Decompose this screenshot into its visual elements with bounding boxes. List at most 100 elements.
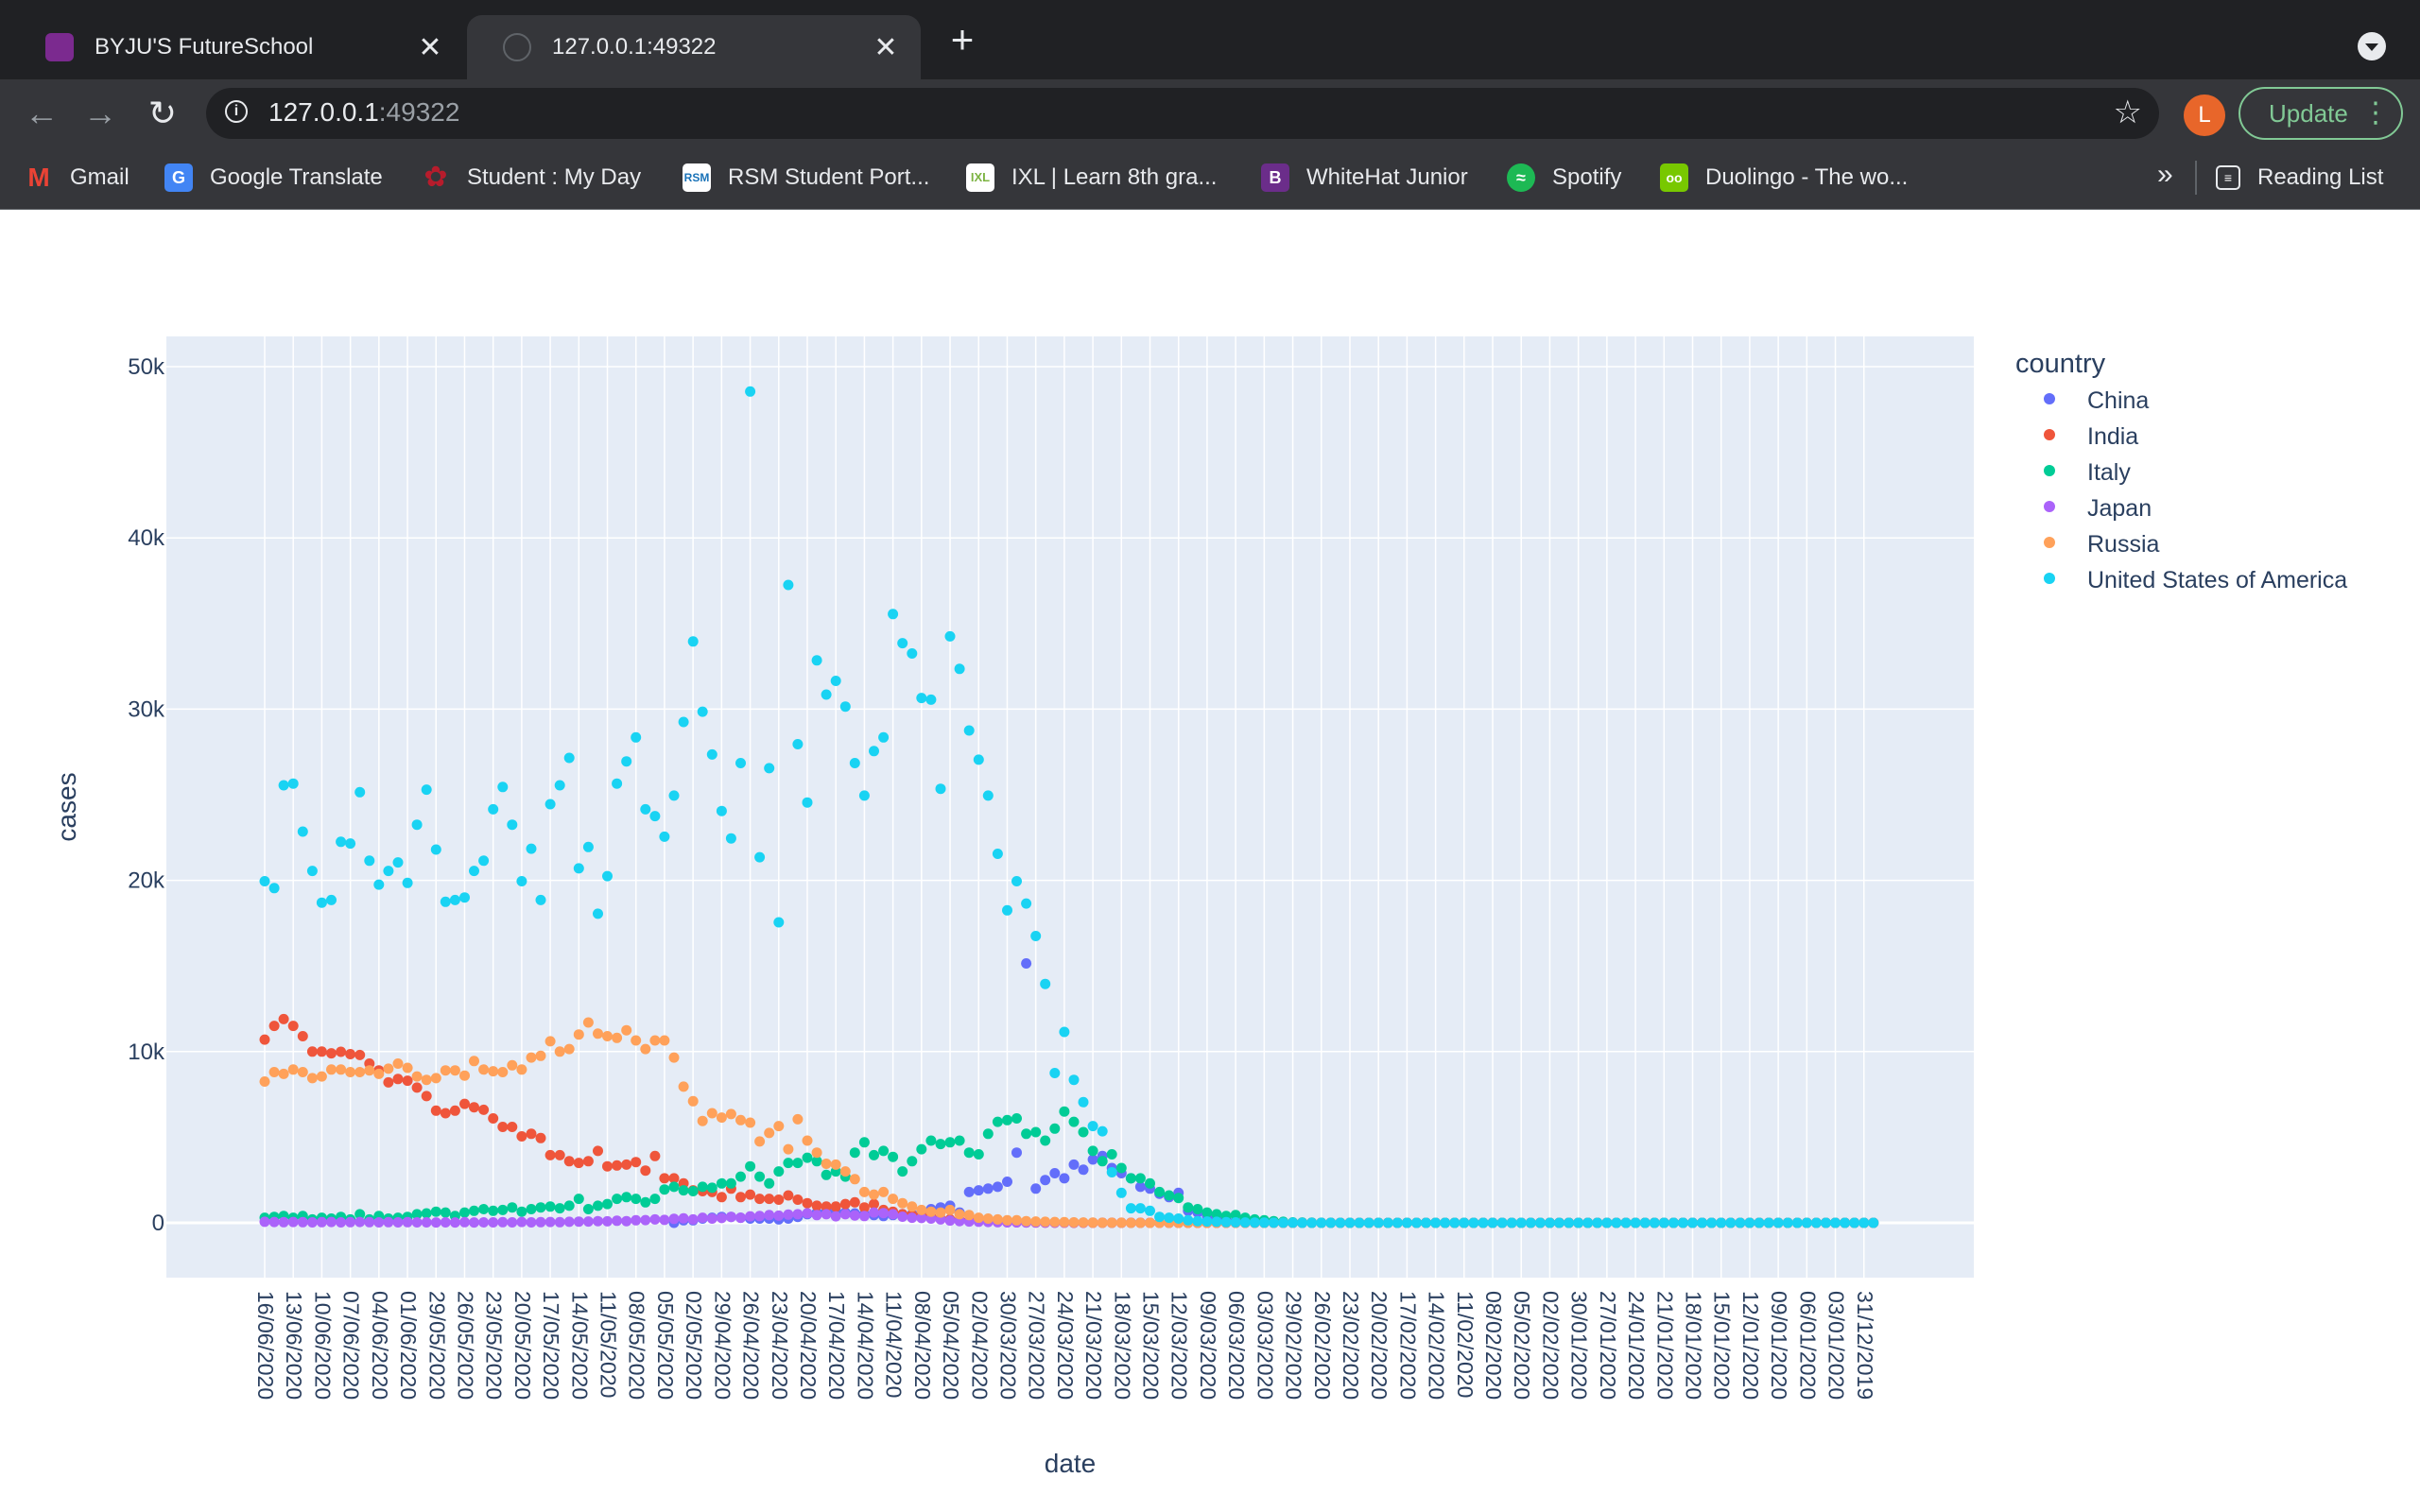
bookmark-ixl[interactable]: IXL IXL | Learn 8th gra... (966, 161, 1217, 195)
legend-entry[interactable]: China (2087, 387, 2149, 414)
bookmark-gmail[interactable]: M Gmail (25, 161, 129, 195)
data-point (1145, 1177, 1155, 1189)
data-point (478, 1104, 490, 1115)
data-point (916, 1143, 927, 1155)
x-tick-label: 10/06/2020 (310, 1291, 335, 1400)
data-point (735, 1212, 746, 1224)
data-point (345, 1216, 356, 1228)
data-point (706, 1108, 717, 1119)
data-point (430, 844, 441, 855)
close-icon[interactable]: ✕ (416, 31, 444, 64)
data-point (563, 752, 575, 764)
data-point (364, 1216, 375, 1228)
x-tick-label: 29/02/2020 (1282, 1291, 1306, 1400)
data-point (507, 1217, 518, 1228)
data-point (783, 579, 794, 591)
data-point (544, 1216, 556, 1228)
data-point (1078, 1164, 1089, 1176)
forward-button[interactable]: → (78, 91, 123, 136)
data-point (631, 1035, 642, 1046)
data-point (1515, 1217, 1527, 1228)
close-icon[interactable]: ✕ (872, 31, 900, 64)
data-point (602, 870, 613, 882)
data-point (602, 1031, 613, 1041)
data-point (973, 1212, 984, 1224)
more-menu-icon[interactable]: ⋮ (2361, 89, 2390, 138)
data-point (802, 1197, 813, 1209)
legend-entry[interactable]: Japan (2087, 495, 2152, 522)
data-point (1288, 1217, 1299, 1228)
legend-entry[interactable]: Italy (2087, 459, 2131, 486)
data-point (297, 1067, 308, 1077)
bookmark-rsm[interactable]: RSM RSM Student Port... (683, 161, 929, 195)
data-point (507, 1202, 518, 1213)
data-point (811, 655, 822, 666)
data-point (849, 1174, 860, 1185)
data-point (1525, 1217, 1536, 1228)
x-tick-label: 27/01/2020 (1596, 1291, 1620, 1400)
data-point (563, 1216, 575, 1228)
bookmark-google-translate[interactable]: G Google Translate (164, 161, 383, 195)
bookmark-whitehat-junior[interactable]: B WhiteHat Junior (1261, 161, 1468, 195)
address-url[interactable]: 127.0.0.1:49322 (268, 97, 459, 128)
data-point (1725, 1217, 1737, 1228)
bookmarks-bar: M Gmail G Google Translate ✿ Student : M… (0, 147, 2420, 210)
data-point (430, 1217, 441, 1228)
data-point (963, 1210, 975, 1221)
data-point (907, 1201, 918, 1212)
data-point (593, 1028, 603, 1040)
tab-search-button[interactable] (2358, 32, 2386, 60)
data-point (287, 1064, 299, 1075)
new-tab-button[interactable]: + (942, 20, 983, 62)
data-point (430, 1105, 441, 1116)
data-point (1849, 1217, 1860, 1228)
x-tick-label: 17/04/2020 (824, 1291, 849, 1400)
data-point (982, 1213, 994, 1224)
data-point (593, 1145, 603, 1157)
data-point (1677, 1217, 1688, 1228)
data-point (1496, 1217, 1508, 1228)
site-info-icon[interactable]: i (225, 100, 248, 123)
data-point (811, 1210, 822, 1221)
legend-entry[interactable]: Russia (2087, 531, 2160, 558)
data-point (430, 1206, 441, 1217)
address-bar[interactable]: i 127.0.0.1:49322 ☆ (206, 88, 2159, 139)
data-point (783, 1209, 794, 1220)
data-point (373, 1217, 385, 1228)
data-point (1668, 1217, 1679, 1228)
legend-entry[interactable]: India (2087, 423, 2138, 450)
data-point (1421, 1217, 1431, 1228)
update-button[interactable]: Update ⋮ (2238, 87, 2403, 140)
bookmark-duolingo[interactable]: oo Duolingo - The wo... (1660, 161, 1908, 195)
x-tick-label: 21/03/2020 (1081, 1291, 1106, 1400)
legend-marker (2044, 429, 2055, 440)
bookmark-student-my-day[interactable]: ✿ Student : My Day (422, 161, 641, 195)
reload-button[interactable]: ↻ (140, 91, 185, 136)
byjus-icon (45, 33, 74, 61)
data-point (1115, 1217, 1127, 1228)
tab-byjus[interactable]: BYJU'S FutureSchool ✕ (9, 15, 465, 79)
x-tick-label: 24/03/2020 (1053, 1291, 1078, 1400)
data-point (735, 758, 746, 768)
x-tick-label: 06/01/2020 (1795, 1291, 1820, 1400)
data-point (1106, 1167, 1117, 1177)
legend-entry[interactable]: United States of America (2087, 567, 2347, 593)
data-point (278, 1216, 289, 1228)
data-point (1059, 1026, 1070, 1038)
data-point (326, 1216, 337, 1228)
back-button[interactable]: ← (19, 91, 64, 136)
data-point (1344, 1217, 1356, 1228)
reading-list-button[interactable]: ≡ Reading List (2216, 161, 2383, 195)
profile-avatar[interactable]: L (2184, 94, 2225, 136)
bookmark-spotify[interactable]: ≈ Spotify (1507, 161, 1621, 195)
data-point (668, 1213, 680, 1225)
data-point (697, 1181, 708, 1193)
data-point (640, 1043, 651, 1055)
data-point (687, 636, 699, 647)
data-point (1220, 1216, 1232, 1228)
data-point (1401, 1217, 1412, 1228)
tab-localhost[interactable]: 127.0.0.1:49322 ✕ (467, 15, 921, 79)
bookmarks-overflow-icon[interactable]: » (2157, 159, 2173, 191)
data-point (535, 1050, 546, 1061)
bookmark-star-icon[interactable]: ☆ (2114, 94, 2142, 131)
